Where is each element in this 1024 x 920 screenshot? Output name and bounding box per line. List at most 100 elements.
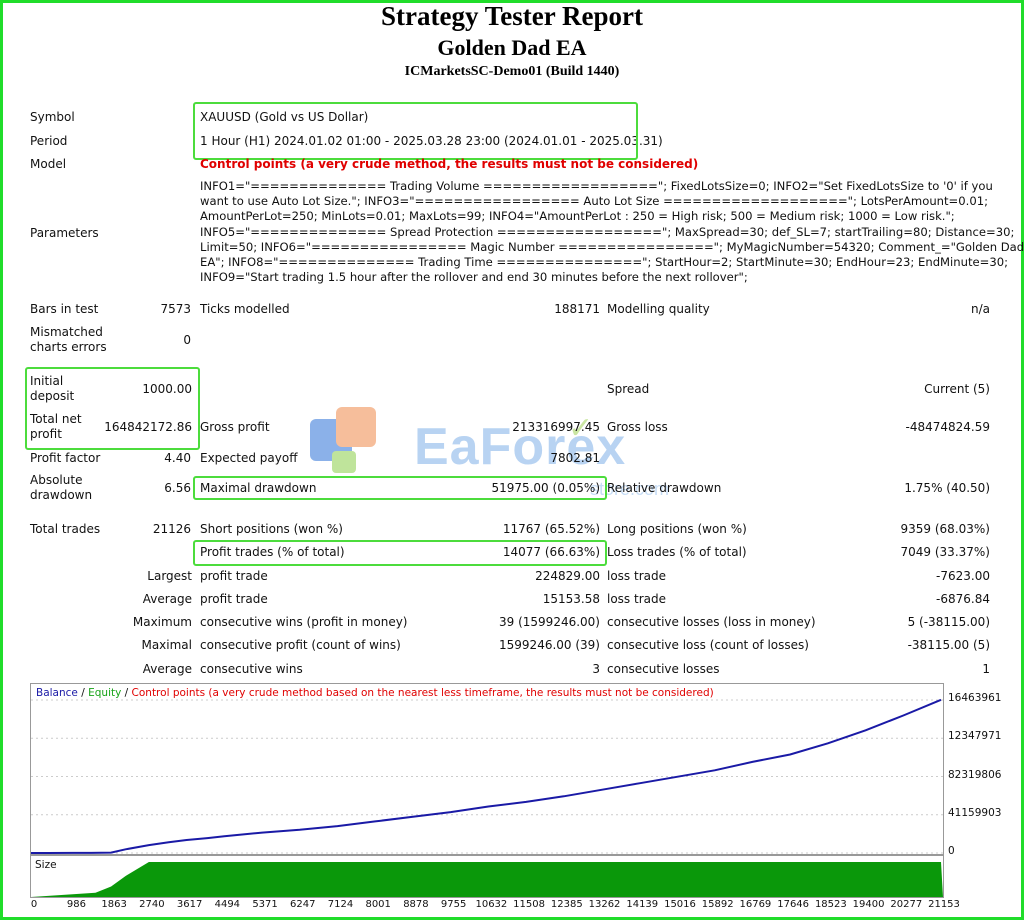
x-tick-label: 15016 (664, 899, 696, 910)
x-tick-label: 0 (30, 899, 38, 910)
x-tick-label: 19400 (852, 899, 885, 910)
profit-trades-value: 14077 (66.63%) (502, 545, 600, 559)
parameters-label: Parameters (30, 226, 99, 240)
size-label: Size (35, 859, 57, 871)
mismatch-label: Mismatched (30, 325, 103, 339)
total-trades-label: Total trades (30, 522, 101, 536)
model-value: Control points (a very crude method, the… (200, 157, 699, 171)
gross-loss-label: Gross loss (607, 420, 668, 434)
loss-trades-label: Loss trades (% of total) (607, 545, 747, 559)
x-tick-label: 4494 (214, 899, 241, 910)
size-area (31, 862, 943, 897)
x-tick-label: 1863 (101, 899, 127, 910)
bars-value: 7573 (160, 302, 191, 316)
x-tick-label: 9755 (440, 899, 467, 910)
net-profit-label: Total net (30, 412, 82, 426)
server-build: ICMarketsSC-Demo01 (Build 1440) (404, 64, 620, 79)
x-tick-label: 986 (66, 899, 86, 910)
profit-factor-value: 4.40 (164, 451, 191, 465)
consecutive-loss-count-label: consecutive loss (count of losses) (607, 638, 809, 652)
largest-profit-label: profit trade (200, 569, 268, 583)
x-tick-label: 21153 (928, 899, 960, 910)
x-tick-label: 12385 (550, 899, 583, 910)
consecutive-profit-count-label: consecutive profit (count of wins) (200, 638, 401, 652)
largest-profit-value: 224829.00 (535, 569, 600, 583)
param-line: INFO1="============== Trading Volume ===… (200, 179, 993, 193)
long-positions-label: Long positions (won %) (607, 522, 747, 536)
deposit-label-2: deposit (30, 389, 75, 403)
net-profit-label-2: profit (30, 427, 62, 441)
largest-label: Largest (147, 569, 192, 583)
ticks-value: 188171 (554, 302, 600, 316)
avg-consecutive-wins-label: consecutive wins (200, 662, 303, 676)
x-tick-label: 16769 (739, 899, 772, 910)
x-tick-label: 8878 (403, 899, 429, 910)
legend-equity: Equity (88, 687, 122, 699)
largest-loss-value: -7623.00 (936, 569, 990, 583)
absolute-drawdown-label: Absolute (30, 473, 83, 487)
largest-loss-label: loss trade (607, 569, 666, 583)
x-tick-label: 18523 (814, 899, 847, 910)
average-loss-value: -6876.84 (936, 592, 990, 606)
x-tick-label: 5371 (252, 899, 278, 910)
maximal-label: Maximal (141, 638, 192, 652)
consecutive-wins-money-value: 39 (1599246.00) (499, 615, 600, 629)
maximum-label: Maximum (132, 615, 192, 629)
y-tick-label: 12347971 (948, 730, 1002, 743)
profit-trades-label: Profit trades (% of total) (200, 545, 345, 559)
max-drawdown-label: Maximal drawdown (200, 481, 317, 495)
ea-name: Golden Dad EA (437, 35, 587, 60)
symbol-period-highlight (193, 102, 638, 160)
ticks-label: Ticks modelled (200, 302, 290, 316)
avg-consecutive-losses-value: 1 (982, 662, 990, 676)
profit-factor-label: Profit factor (30, 451, 101, 465)
absolute-drawdown-label-2: drawdown (30, 488, 93, 502)
average-label: Average (142, 592, 192, 606)
x-tick-label: 15892 (701, 899, 734, 910)
y-tick-label: 41159903 (948, 806, 1002, 819)
x-tick-label: 11508 (513, 899, 545, 910)
param-line: INFO5="============== Spread Protection … (200, 224, 1015, 239)
short-positions-value: 11767 (65.52%) (502, 522, 600, 536)
balance-chart (30, 683, 944, 855)
x-tick-label: 13262 (588, 899, 621, 910)
param-line: INFO9="Start trading 1.5 hour after the … (200, 270, 748, 285)
net-profit-value: 164842172.86 (104, 420, 192, 434)
size-chart-svg (31, 862, 943, 897)
x-tick-label: 14139 (626, 899, 659, 910)
expected-payoff-value: 7802.81 (550, 451, 600, 465)
x-tick-label: 3617 (176, 899, 203, 910)
param-line: EA"; INFO8="============== Trading Time … (200, 255, 1009, 270)
legend-balance: Balance (36, 687, 78, 699)
legend-separator: / (77, 687, 89, 699)
x-tick-label: 10632 (475, 899, 508, 910)
x-tick-label: 20277 (890, 899, 923, 910)
spread-value: Current (5) (924, 382, 990, 396)
parameters-value: INFO1="============== Trading Volume ===… (200, 179, 1024, 285)
max-drawdown-value: 51975.00 (0.05%) (491, 481, 600, 495)
avg-consecutive-losses-label: consecutive losses (607, 662, 720, 676)
symbol-label: Symbol (30, 110, 75, 124)
total-trades-value: 21126 (152, 522, 191, 536)
mismatch-label-2: charts errors (30, 340, 107, 354)
deposit-label: Initial (30, 374, 64, 388)
average-profit-value: 15153.58 (542, 592, 600, 606)
consecutive-loss-count-value: -38115.00 (5) (907, 638, 990, 652)
avg-consecutive-wins-value: 3 (592, 662, 600, 676)
deposit-value: 1000.00 (142, 382, 192, 396)
bars-label: Bars in test (30, 302, 99, 316)
average-label-2: Average (142, 662, 192, 676)
param-line: want to use Auto Lot Size."; INFO3="====… (200, 194, 988, 209)
consecutive-wins-money-label: consecutive wins (profit in money) (200, 615, 408, 629)
y-tick-label: 82319806 (948, 768, 1002, 781)
legend-separator: / (121, 687, 132, 699)
model-label: Model (30, 157, 67, 171)
param-line: Limit=50; INFO6="================ Magic … (200, 239, 1024, 254)
average-loss-label: loss trade (607, 592, 666, 606)
relative-drawdown-value: 1.75% (40.50) (904, 481, 990, 495)
consecutive-profit-count-value: 1599246.00 (39) (499, 638, 600, 652)
x-tick-label: 6247 (290, 899, 316, 910)
short-positions-label: Short positions (won %) (200, 522, 343, 536)
param-line: AmountPerLot=250; MinLots=0.01; MaxLots=… (200, 209, 955, 224)
quality-value: n/a (970, 302, 990, 316)
